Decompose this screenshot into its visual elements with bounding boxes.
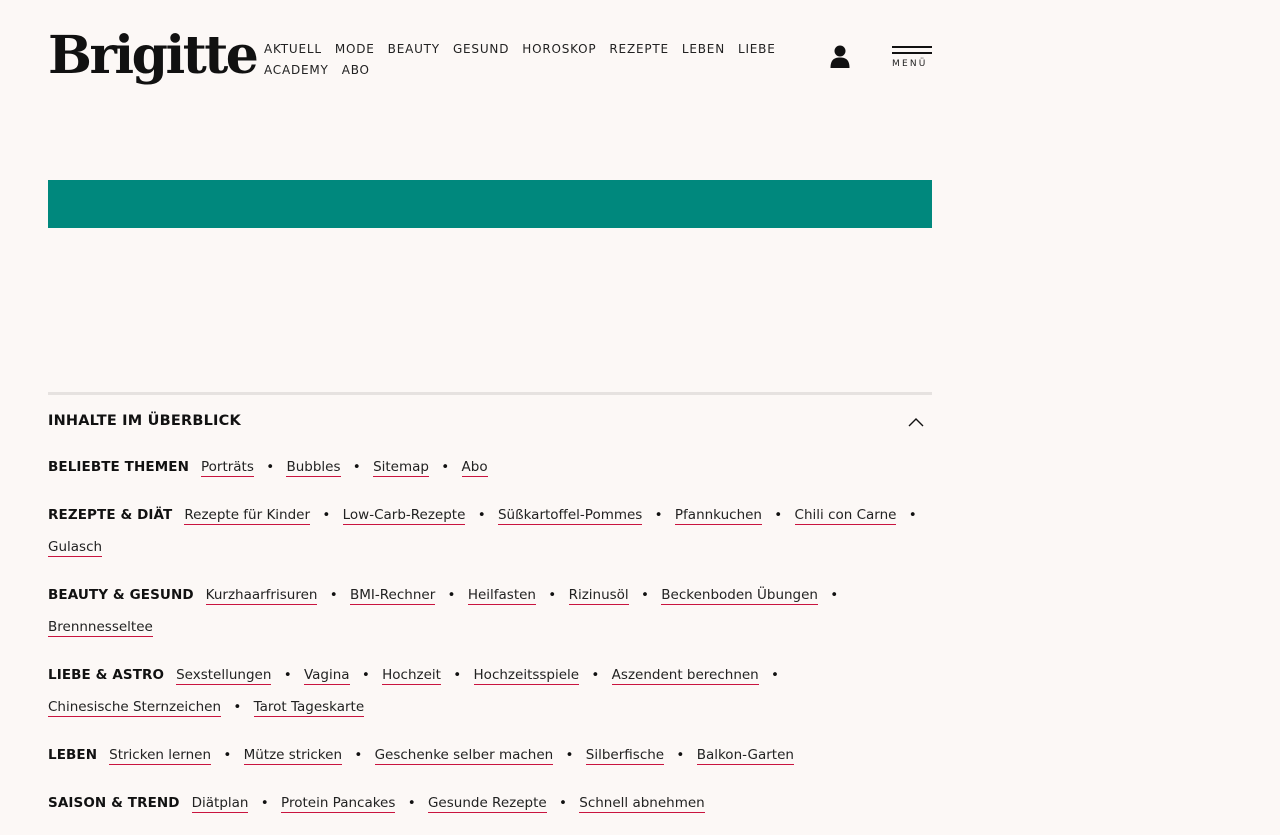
topic-link[interactable]: Beckenboden Übungen	[661, 587, 818, 605]
bullet-separator: •	[354, 747, 363, 763]
topic-link[interactable]: Mütze stricken	[243, 747, 343, 765]
topic-link[interactable]: Diätplan	[191, 795, 249, 813]
bullet-separator: •	[771, 667, 780, 683]
topic-link[interactable]: Stricken lernen	[109, 747, 212, 765]
topic-link[interactable]: Vagina	[303, 667, 350, 685]
nav-item-horoskop[interactable]: HOROSKOP	[522, 39, 596, 59]
topic-link[interactable]: Gulasch	[48, 539, 103, 557]
topic-row: LIEBE & ASTRO Sexstellungen • Vagina • Ho…	[48, 659, 932, 723]
topic-row-title: REZEPTE & DIÄT	[48, 507, 173, 523]
nav-item-mode[interactable]: MODE	[335, 39, 375, 59]
bullet-separator: •	[447, 587, 456, 603]
topic-link[interactable]: Chinesische Sternzeichen	[48, 699, 222, 717]
topic-row-title: LIEBE & ASTRO	[48, 667, 165, 683]
topic-link[interactable]: Hochzeit	[382, 667, 441, 685]
overview-toggle[interactable]: INHALTE IM ÜBERBLICK	[48, 395, 932, 451]
brigitte-logo[interactable]: Brigitte	[48, 28, 259, 84]
bullet-separator: •	[830, 587, 839, 603]
bullet-separator: •	[260, 795, 269, 811]
topic-link[interactable]: Chili con Carne	[794, 507, 897, 525]
topic-row-title: SAISON & TREND	[48, 795, 180, 811]
nav-item-academy[interactable]: ACADEMY	[264, 60, 329, 80]
topic-row: BELIEBTE THEMEN Porträts • Bubbles • Site…	[48, 451, 932, 483]
topic-link[interactable]: Abo	[461, 459, 488, 477]
topic-link[interactable]: Schnell abnehmen	[579, 795, 705, 813]
topic-link[interactable]: Hochzeitsspiele	[473, 667, 580, 685]
topic-link[interactable]: Tarot Tageskarte	[253, 699, 365, 717]
chevron-up-icon[interactable]	[908, 417, 924, 427]
overview-title: INHALTE IM ÜBERBLICK	[48, 413, 241, 429]
nav-item-leben[interactable]: LEBEN	[682, 39, 725, 59]
topic-row-title: BEAUTY & GESUND	[48, 587, 194, 603]
topic-link[interactable]: Gesunde Rezepte	[427, 795, 547, 813]
bullet-separator: •	[329, 587, 338, 603]
bullet-separator: •	[283, 667, 292, 683]
topic-link[interactable]: Aszendent berechnen	[611, 667, 759, 685]
bullet-separator: •	[266, 459, 275, 475]
topic-link[interactable]: Kurzhaarfrisuren	[205, 587, 318, 605]
teal-banner	[48, 180, 932, 228]
main-nav: AKTUELL MODE BEAUTY GESUND HOROSKOP REZEPTE LE…	[264, 38, 804, 80]
bullet-separator: •	[591, 667, 600, 683]
topic-link[interactable]: Geschenke selber machen	[374, 747, 554, 765]
topic-link[interactable]: Low-Carb-Rezepte	[342, 507, 466, 525]
nav-item-liebe[interactable]: LIEBE	[738, 39, 776, 59]
topic-link[interactable]: Bubbles	[286, 459, 341, 477]
nav-item-rezepte[interactable]: REZEPTE	[609, 39, 668, 59]
bullet-separator: •	[558, 795, 567, 811]
topic-link[interactable]: Rizinusöl	[568, 587, 629, 605]
topic-link[interactable]: Balkon-Garten	[696, 747, 794, 765]
nav-item-beauty[interactable]: BEAUTY	[388, 39, 440, 59]
topic-link[interactable]: Protein Pancakes	[281, 795, 396, 813]
topic-link[interactable]: Rezepte für Kinder	[184, 507, 311, 525]
topic-link[interactable]: Sitemap	[373, 459, 429, 477]
bullet-separator: •	[640, 587, 649, 603]
bullet-separator: •	[908, 507, 917, 523]
topic-row: SAISON & TREND Diätplan • Protein Pancake…	[48, 787, 932, 819]
bullet-separator: •	[477, 507, 486, 523]
topic-row-title: BELIEBTE THEMEN	[48, 459, 189, 475]
topic-link[interactable]: Silberfische	[585, 747, 665, 765]
user-account-icon[interactable]	[830, 45, 850, 69]
bullet-separator: •	[352, 459, 361, 475]
topic-link[interactable]: Süßkartoffel-Pommes	[497, 507, 643, 525]
bullet-separator: •	[441, 459, 450, 475]
topic-link[interactable]: Porträts	[200, 459, 254, 477]
topic-link[interactable]: Brennnesseltee	[48, 619, 153, 637]
bullet-separator: •	[654, 507, 663, 523]
content-overview: INHALTE IM ÜBERBLICK BELIEBTE THEMEN Port…	[48, 392, 932, 813]
overview-rows: BELIEBTE THEMEN Porträts • Bubbles • Site…	[48, 451, 932, 835]
nav-item-abo[interactable]: ABO	[342, 60, 370, 80]
nav-item-gesund[interactable]: GESUND	[453, 39, 509, 59]
bullet-separator: •	[548, 587, 557, 603]
bullet-separator: •	[565, 747, 574, 763]
topic-link[interactable]: Heilfasten	[467, 587, 536, 605]
topic-link[interactable]: BMI-Rechner	[350, 587, 436, 605]
topic-link[interactable]: Sexstellungen	[176, 667, 272, 685]
bullet-separator: •	[676, 747, 685, 763]
bullet-separator: •	[774, 507, 783, 523]
site-header: Brigitte AKTUELL MODE BEAUTY GESUND HOROSKOP…	[48, 28, 932, 98]
bullet-separator: •	[223, 747, 232, 763]
topic-row-title: LEBEN	[48, 747, 98, 763]
nav-item-aktuell[interactable]: AKTUELL	[264, 39, 322, 59]
bullet-separator: •	[361, 667, 370, 683]
topic-link[interactable]: Pfannkuchen	[674, 507, 762, 525]
menu-label: MENÜ	[892, 59, 928, 69]
topic-row: LEBEN Stricken lernen • Mütze stricken • …	[48, 739, 932, 771]
topic-row: REZEPTE & DIÄT Rezepte für Kinder • Low-C…	[48, 499, 932, 563]
topic-row: BEAUTY & GESUND Kurzhaarfrisuren • BMI-Re…	[48, 579, 932, 643]
bullet-separator: •	[453, 667, 462, 683]
menu-button[interactable]: MENÜ	[892, 46, 932, 72]
bullet-separator: •	[407, 795, 416, 811]
bullet-separator: •	[233, 699, 242, 715]
bullet-separator: •	[322, 507, 331, 523]
